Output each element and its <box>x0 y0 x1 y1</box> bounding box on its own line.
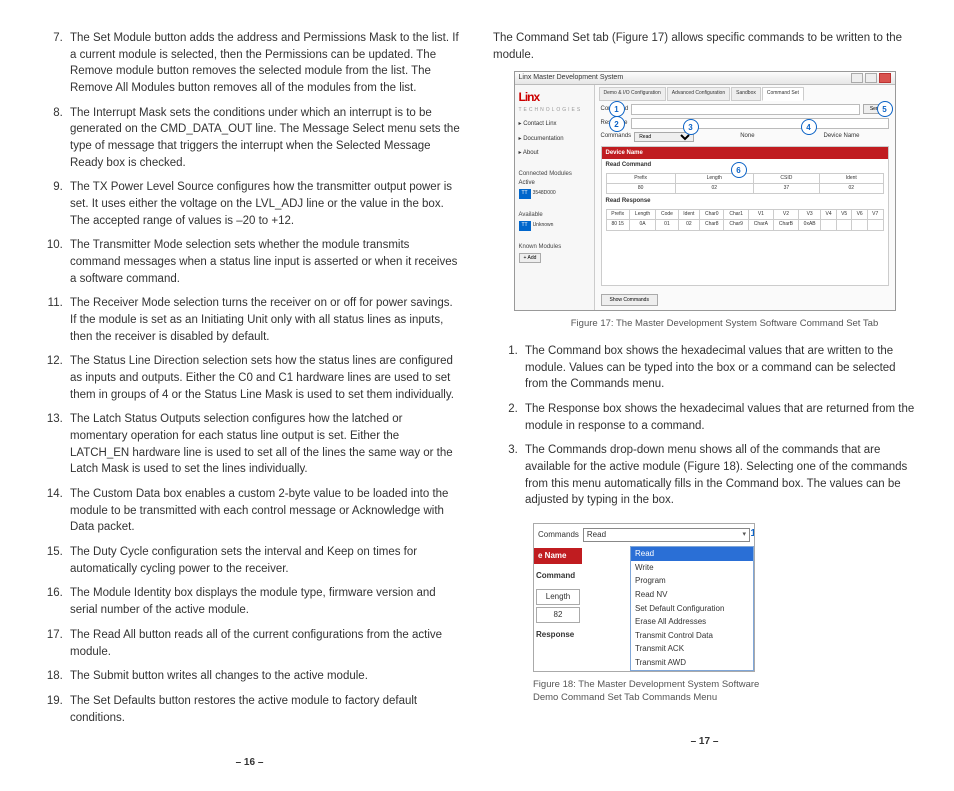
right-item: The Commands drop-down menu shows all of… <box>521 442 916 509</box>
add-module-button[interactable]: + Add <box>519 253 542 263</box>
right-item: The Command box shows the hexadecimal va… <box>521 343 916 393</box>
fig18-command-label: Command <box>534 564 582 588</box>
right-column: The Command Set tab (Figure 17) allows s… <box>493 30 916 771</box>
right-item: The Response box shows the hexadecimal v… <box>521 401 916 434</box>
response-input[interactable] <box>631 118 889 129</box>
left-item: The Interrupt Mask sets the conditions u… <box>66 105 461 172</box>
active-val: 3548D000 <box>533 190 556 196</box>
callout-6-icon: 6 <box>731 162 747 178</box>
active-tag[interactable]: TT <box>519 189 531 198</box>
dd-option[interactable]: Read NV <box>631 588 753 602</box>
fig18-caption: Figure 18: The Master Development System… <box>493 678 916 706</box>
page-number-left: – 16 – <box>38 756 461 771</box>
figure-18: 1 Commands Read e Name Command Length 82 <box>493 523 916 705</box>
fig18-response-label: Response <box>534 623 582 643</box>
dd-option[interactable]: Transmit AWD <box>631 656 753 670</box>
strip-name: e Name <box>534 548 582 564</box>
callout-1-icon: 1 <box>609 101 625 117</box>
read-response-table: PrefixLengthCodeIdentChar0Char1V1V2V3V4V… <box>606 209 884 231</box>
linx-logo: LinxTECHNOLOGIES <box>519 89 590 114</box>
left-item: The Read All button reads all of the cur… <box>66 627 461 660</box>
left-item: The Custom Data box enables a custom 2-b… <box>66 486 461 536</box>
main-panel: Demo & I/O Configuration Advanced Config… <box>595 85 895 310</box>
callout-2-icon: 2 <box>609 116 625 132</box>
fig18-callout-1: 1 <box>750 527 755 542</box>
left-item: The Latch Status Outputs selection confi… <box>66 411 461 478</box>
sidebar-active-label: Active <box>519 179 590 188</box>
right-intro: The Command Set tab (Figure 17) allows s… <box>493 30 916 63</box>
left-item: The Status Line Direction selection sets… <box>66 353 461 403</box>
fig18-commands-label: Commands <box>538 529 579 541</box>
page-number-right: – 17 – <box>493 735 916 750</box>
sidebar-docs[interactable]: Documentation <box>519 135 590 144</box>
left-item: The Duty Cycle configuration sets the in… <box>66 544 461 577</box>
left-item: The TX Power Level Source configures how… <box>66 179 461 229</box>
left-item: The Receiver Mode selection turns the re… <box>66 295 461 345</box>
length-label: Length <box>536 589 580 605</box>
sidebar-connected-label: Connected Modules <box>519 170 590 179</box>
fig17-caption: Figure 17: The Master Development System… <box>493 317 916 331</box>
sidebar-available-label: Available <box>519 211 590 220</box>
dd-option[interactable]: Transmit Control Data <box>631 629 753 643</box>
read-response-label: Read Response <box>602 195 888 208</box>
callout-3-icon: 3 <box>683 119 699 135</box>
right-list: The Command box shows the hexadecimal va… <box>493 343 916 509</box>
left-list: The Set Module button adds the address a… <box>38 30 461 726</box>
tabs: Demo & I/O Configuration Advanced Config… <box>595 85 895 100</box>
figure-17: 1 2 3 4 5 6 Linx Master Development Syst… <box>493 71 916 331</box>
dd-option[interactable]: Transmit ACK <box>631 642 753 656</box>
callout-5-icon: 5 <box>877 101 893 117</box>
fig18-window: 1 Commands Read e Name Command Length 82 <box>533 523 755 671</box>
command-input[interactable] <box>631 104 860 115</box>
dd-option[interactable]: Program <box>631 574 753 588</box>
sidebar: LinxTECHNOLOGIES Contact Linx Documentat… <box>515 85 595 310</box>
left-item: The Set Module button adds the address a… <box>66 30 461 97</box>
commands-label: Commands <box>601 132 632 141</box>
left-item: The Module Identity box displays the mod… <box>66 585 461 618</box>
read-command-table: PrefixLengthCSIDIdent 80023702 <box>606 173 884 195</box>
tab-demo[interactable]: Demo & I/O Configuration <box>599 87 666 100</box>
tab-commandset[interactable]: Command Set <box>762 87 804 100</box>
commands-select[interactable]: Read <box>583 528 750 542</box>
window-title: Linx Master Development System <box>519 73 624 83</box>
left-item: The Transmitter Mode selection sets whet… <box>66 237 461 287</box>
sidebar-about[interactable]: About <box>519 149 590 158</box>
window-buttons[interactable] <box>851 73 891 83</box>
callout-4-icon: 4 <box>801 119 817 135</box>
dd-option[interactable]: Write <box>631 561 753 575</box>
avail-val: Unknown <box>533 222 554 228</box>
none-label: None <box>740 132 754 141</box>
left-item: The Set Defaults button restores the act… <box>66 693 461 726</box>
left-item: The Submit button writes all changes to … <box>66 668 461 685</box>
fig17-window: 1 2 3 4 5 6 Linx Master Development Syst… <box>514 71 896 311</box>
length-value: 82 <box>536 607 580 623</box>
dd-option[interactable]: Erase All Addresses <box>631 615 753 629</box>
commands-dropdown-list[interactable]: Read Write Program Read NV Set Default C… <box>630 546 754 670</box>
sidebar-contact[interactable]: Contact Linx <box>519 120 590 129</box>
show-commands-button[interactable]: Show Commands <box>601 294 658 306</box>
panel-header: Device Name <box>602 147 888 160</box>
dd-option[interactable]: Set Default Configuration <box>631 602 753 616</box>
avail-tag[interactable]: TT <box>519 221 531 230</box>
tab-advanced[interactable]: Advanced Configuration <box>667 87 730 100</box>
dd-option[interactable]: Read <box>631 547 753 561</box>
sidebar-known-label: Known Modules <box>519 243 590 252</box>
tab-sandbox[interactable]: Sandbox <box>731 87 761 100</box>
left-column: The Set Module button adds the address a… <box>38 30 461 771</box>
device-name-label: Device Name <box>823 132 859 141</box>
window-titlebar: Linx Master Development System <box>515 72 895 85</box>
